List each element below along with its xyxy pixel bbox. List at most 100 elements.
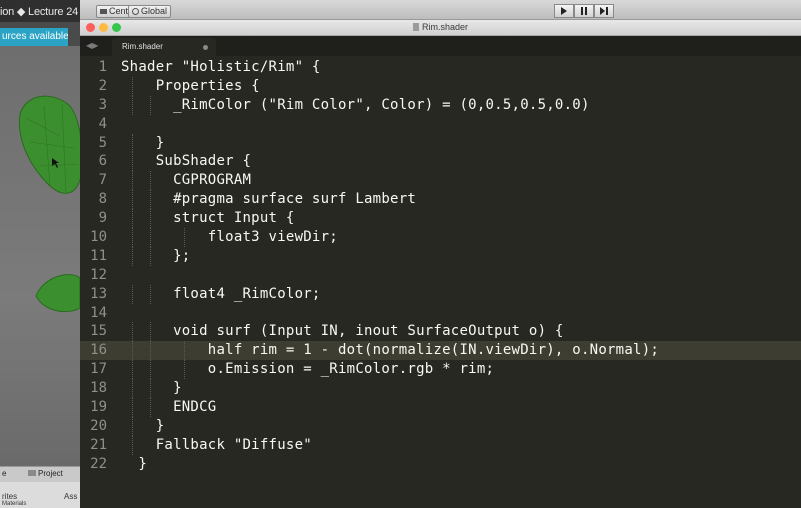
pause-icon [581, 7, 587, 15]
line-number: 1 [98, 59, 107, 75]
code-text: } [121, 134, 165, 151]
code-line[interactable]: 20 } [80, 416, 801, 436]
step-icon [599, 7, 608, 15]
code-text: void surf (Input IN, inout SurfaceOutput… [121, 323, 564, 340]
play-button[interactable] [554, 4, 574, 18]
code-text: struct Input { [121, 210, 295, 227]
code-line[interactable]: 22 } [80, 455, 801, 474]
line-number: 20 [90, 417, 107, 434]
code-text: float3 viewDir; [121, 229, 338, 246]
line-number: 19 [90, 399, 107, 416]
pause-button[interactable] [574, 4, 594, 18]
code-text: ENDCG [121, 399, 217, 416]
unity-toolbar: Center Global [80, 0, 801, 20]
tab-project[interactable]: Project [28, 469, 63, 478]
step-button[interactable] [594, 4, 614, 18]
pivot-global-button[interactable]: Global [128, 5, 172, 18]
code-line[interactable]: 1 Shader "Holistic/Rim" { [80, 58, 801, 77]
code-text: half rim = 1 - dot(normalize(IN.viewDir)… [121, 342, 660, 359]
line-number: 11 [90, 247, 107, 264]
code-line[interactable]: 15 void surf (Input IN, inout SurfaceOut… [80, 322, 801, 342]
code-line[interactable]: 2 Properties { [80, 76, 801, 96]
unity-bottom-tabs: e Project [0, 466, 80, 482]
code-text: Shader "Holistic/Rim" { [121, 59, 321, 75]
code-text: } [121, 417, 165, 434]
code-line[interactable]: 13 float4 _RimColor; [80, 284, 801, 304]
scene-mesh-graphic [18, 95, 80, 313]
line-number: 10 [90, 229, 107, 246]
code-text: _RimColor ("Rim Color", Color) = (0,0.5,… [121, 96, 590, 113]
code-line[interactable]: 14 [80, 304, 801, 323]
code-line[interactable]: 6 SubShader { [80, 152, 801, 172]
code-text: Properties { [121, 77, 260, 94]
line-number: 4 [98, 115, 107, 132]
tab-rim-shader[interactable]: Rim.shader [112, 38, 216, 56]
code-line[interactable]: 4 [80, 115, 801, 134]
line-number: 21 [90, 436, 107, 453]
code-text: SubShader { [121, 153, 252, 170]
scene-view[interactable] [0, 46, 80, 466]
global-label: Global [141, 6, 168, 16]
code-line[interactable]: 3 _RimColor ("Rim Color", Color) = (0,0.… [80, 95, 801, 115]
code-line[interactable]: 11 }; [80, 246, 801, 266]
line-number: 7 [98, 172, 107, 189]
code-text: CGPROGRAM [121, 172, 252, 189]
line-number: 13 [90, 285, 107, 302]
globe-icon [132, 8, 139, 15]
line-number: 2 [98, 77, 107, 94]
file-icon [412, 23, 419, 31]
line-number: 5 [98, 134, 107, 151]
code-text: o.Emission = _RimColor.rgb * rim; [121, 361, 495, 378]
unity-background: ion ◆ Lecture 24 urces available e Proje… [0, 0, 80, 508]
line-number: 15 [90, 323, 107, 340]
line-number: 6 [98, 153, 107, 170]
folder-icon [28, 470, 36, 476]
code-text: float4 _RimColor; [121, 285, 321, 302]
line-number: 18 [90, 380, 107, 397]
code-line[interactable]: 9 struct Input { [80, 209, 801, 229]
window-title: Rim.shader [80, 22, 801, 32]
code-line[interactable]: 7 CGPROGRAM [80, 171, 801, 191]
code-text: } [121, 380, 182, 397]
line-number: 14 [90, 304, 107, 321]
code-text: } [121, 455, 148, 472]
center-icon [100, 9, 107, 14]
code-line[interactable]: 21 Fallback "Diffuse" [80, 435, 801, 455]
tab-hierarchy[interactable]: e [2, 469, 6, 478]
line-number: 12 [90, 266, 107, 283]
assets-label[interactable]: Ass [64, 492, 77, 501]
window-titlebar: Rim.shader [80, 20, 801, 36]
code-editor-window: Rim.shader ◀▶ Rim.shader 1 Shader "Holist… [80, 20, 801, 508]
code-area[interactable]: 1 Shader "Holistic/Rim" {2 Properties {3 … [80, 58, 801, 474]
unity-resources-banner[interactable]: urces available [0, 28, 68, 46]
code-line[interactable]: 5 } [80, 133, 801, 153]
window-title-text: Rim.shader [421, 22, 468, 32]
materials-label[interactable]: Materials [2, 501, 26, 507]
line-number: 9 [98, 210, 107, 227]
tab-project-label: Project [38, 469, 63, 478]
code-line[interactable]: 8 #pragma surface surf Lambert [80, 190, 801, 210]
code-text: Fallback "Diffuse" [121, 436, 312, 453]
line-number: 8 [98, 191, 107, 208]
line-number: 17 [90, 361, 107, 378]
code-line[interactable]: 12 [80, 266, 801, 285]
unity-project-panel: rites Materials Ass [0, 482, 80, 508]
code-text: #pragma surface surf Lambert [121, 191, 417, 208]
unity-titlebar: ion ◆ Lecture 24 [0, 0, 80, 22]
code-line[interactable]: 18 } [80, 379, 801, 399]
code-line[interactable]: 17 o.Emission = _RimColor.rgb * rim; [80, 360, 801, 380]
unsaved-dot-icon[interactable] [203, 45, 208, 50]
tab-nav-arrows-icon[interactable]: ◀▶ [86, 41, 98, 50]
favorites-label: rites [2, 492, 18, 501]
line-number: 3 [98, 96, 107, 113]
unity-title-text: ion ◆ Lecture 24 [0, 6, 79, 18]
code-line[interactable]: 19 ENDCG [80, 398, 801, 417]
tab-label: Rim.shader [122, 42, 163, 51]
tab-bar: ◀▶ Rim.shader [80, 36, 801, 56]
line-number: 22 [90, 455, 107, 472]
play-icon [561, 7, 567, 15]
code-line[interactable]: 10 float3 viewDir; [80, 228, 801, 247]
code-text: }; [121, 247, 191, 264]
code-line[interactable]: 16 half rim = 1 - dot(normalize(IN.viewD… [80, 341, 801, 361]
line-number: 16 [90, 342, 107, 359]
